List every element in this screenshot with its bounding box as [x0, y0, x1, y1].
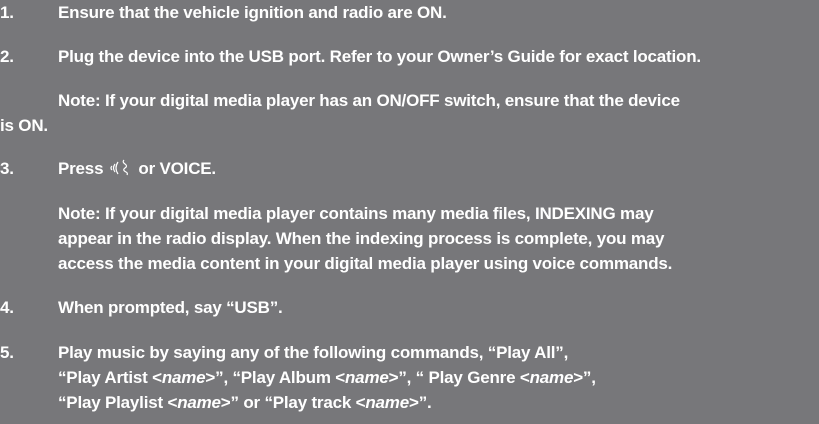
- step-5-line-3-name-1: name: [177, 393, 221, 412]
- step-2-note-line-2: is ON.: [0, 116, 48, 135]
- step-3-text-after-icon: or VOICE.: [138, 159, 216, 178]
- step-5-line-3: “Play Playlist <name>” or “Play track <n…: [58, 392, 432, 414]
- step-1-text: Ensure that the vehicle ignition and rad…: [58, 3, 447, 22]
- step-4-number: 4.: [0, 298, 14, 317]
- step-5-line-2-name-2: name: [345, 368, 389, 387]
- step-5-line-2-part-a: “Play Artist <: [58, 368, 162, 387]
- step-5-line-2-name-3: name: [529, 368, 574, 387]
- step-5-line-3-part-e: >”.: [408, 393, 432, 412]
- step-5-line-2-part-e: >”, “ Play Genre <: [388, 368, 530, 387]
- step-5-line-3-part-a: “Play Playlist <: [58, 393, 178, 412]
- step-5-line-3-part-c: >” or “Play track <: [220, 393, 366, 412]
- step-3-note-line-3: access the media content in your digital…: [58, 254, 673, 273]
- step-2-note-line-1: Note: If your digital media player has a…: [58, 91, 680, 110]
- step-3-text: Press or VOICE.: [58, 158, 216, 180]
- step-3-number: 3.: [0, 159, 14, 178]
- step-5-line-2-part-g: >”,: [573, 368, 596, 387]
- step-5-line-2-name-1: name: [161, 368, 206, 387]
- step-3-note-line-2: appear in the radio display. When the in…: [58, 229, 665, 248]
- step-2-number: 2.: [0, 47, 14, 66]
- step-4-text: When prompted, say “USB”.: [58, 298, 283, 317]
- step-1-number: 1.: [0, 3, 14, 22]
- step-3-note-line-1: Note: If your digital media player conta…: [58, 204, 654, 223]
- step-2-text: Plug the device into the USB port. Refer…: [58, 47, 701, 66]
- step-5-line-2-part-c: >”, “Play Album <: [205, 368, 345, 387]
- step-5-line-2: “Play Artist <name>”, “Play Album <name>…: [58, 367, 596, 389]
- step-5-number: 5.: [0, 343, 14, 362]
- step-5-line-3-name-2: name: [365, 393, 409, 412]
- step-3-text-before-icon: Press: [58, 159, 104, 178]
- step-5-line-1: Play music by saying any of the followin…: [58, 343, 569, 362]
- voice-icon: [108, 158, 134, 176]
- instruction-document: 1. Ensure that the vehicle ignition and …: [0, 0, 819, 424]
